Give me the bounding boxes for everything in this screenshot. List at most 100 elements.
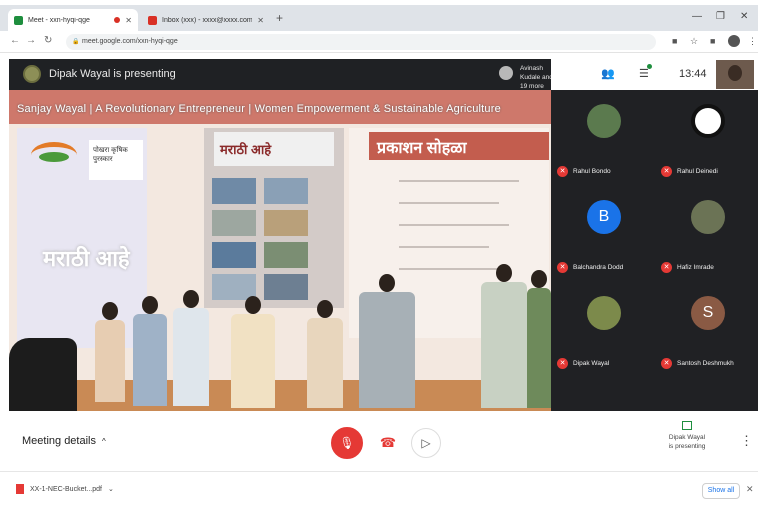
- award-card-text: पोखरा कृषिक पुरस्कार: [93, 147, 128, 163]
- lock-icon: 🔒: [72, 39, 80, 45]
- chat-icon[interactable]: ☰: [639, 67, 649, 80]
- close-window-icon[interactable]: ✕: [740, 11, 748, 22]
- meet-top-right: 👥 ☰ 13:44: [551, 59, 758, 90]
- close-shelf-icon[interactable]: ✕: [746, 484, 754, 495]
- self-view-video[interactable]: [716, 60, 754, 89]
- profile-avatar[interactable]: [728, 35, 740, 47]
- reload-icon[interactable]: ↻: [44, 35, 52, 46]
- screen: Meet - xxn-hyqi-qge ✕ Inbox (xxx) - xxxx…: [0, 0, 758, 509]
- stage-person: [133, 296, 167, 406]
- chevron-down-icon[interactable]: ⌄: [108, 485, 114, 493]
- participant-avatar: [587, 296, 621, 330]
- close-tab-icon[interactable]: ✕: [257, 16, 264, 25]
- participant-tile[interactable]: B ✕ Balchandra Dodd: [551, 186, 651, 281]
- leave-call-button[interactable]: ☎: [373, 428, 403, 458]
- extension-icon[interactable]: ■: [710, 36, 715, 46]
- forward-icon[interactable]: →: [26, 35, 36, 46]
- banner-text-line: [399, 180, 519, 182]
- stage-person: [231, 296, 275, 408]
- collage-header: मराठी आहे: [214, 132, 334, 166]
- participant-avatar: [691, 104, 725, 138]
- stage-person: [527, 270, 551, 408]
- download-item[interactable]: XX-1-NEC-Bucket...pdf ⌄: [16, 484, 114, 494]
- leaf-icon: [39, 152, 69, 162]
- chevron-up-icon: ^: [102, 436, 106, 446]
- tab-title: Inbox (xxx) - xxxx@xxxx.com: [162, 16, 253, 24]
- presenting-status[interactable]: Dipak Wayal is presenting: [652, 421, 722, 451]
- banner-text-line: [399, 202, 499, 204]
- mic-off-icon: ✕: [661, 358, 672, 369]
- tab-inbox[interactable]: Inbox (xxx) - xxxx@xxxx.com ✕: [142, 9, 270, 31]
- participant-name: Santosh Deshmukh: [677, 360, 734, 367]
- stage-person: [95, 302, 125, 402]
- participant-name: Hafiz Imrade: [677, 264, 714, 271]
- mic-off-icon: 🎙: [339, 436, 355, 450]
- presenting-label: Dipak Wayal is presenting: [49, 68, 176, 80]
- marathi-heading: मराठी आहे: [43, 246, 130, 271]
- stage-person: [481, 264, 527, 408]
- meeting-controls-bar: Meeting details ^ 🎙 ☎ ▷ Dipak Wayal is p…: [0, 411, 758, 471]
- browser-toolbar: ← → ↻ 🔒 meet.google.com/xxn-hyqi-qge ■ ☆…: [0, 31, 758, 53]
- participant-tile[interactable]: ✕ Rahul Bondo: [551, 90, 651, 185]
- banner-text-line: [399, 246, 489, 248]
- present-screen-icon: [682, 421, 692, 430]
- meet-favicon-icon: [14, 15, 23, 25]
- others-avatar: [499, 66, 513, 80]
- collage-photo: [264, 242, 308, 268]
- photo-collage: मराठी आहे: [204, 128, 344, 308]
- recording-indicator-icon: [114, 17, 121, 23]
- participant-tile[interactable]: ✕ Hafiz Imrade: [655, 186, 755, 281]
- camera-permission-icon[interactable]: ■: [672, 36, 677, 46]
- participant-avatar: S: [691, 296, 725, 330]
- new-tab-icon[interactable]: +: [276, 11, 283, 25]
- mic-off-icon: ✕: [557, 262, 568, 273]
- collage-photo: [212, 242, 256, 268]
- mail-favicon-icon: [148, 15, 157, 25]
- award-card: पोखरा कृषिक पुरस्कार: [89, 140, 143, 180]
- video-camera-icon: ▷: [421, 436, 431, 450]
- camera-button[interactable]: ▷: [411, 428, 441, 458]
- collage-photo: [264, 178, 308, 204]
- meeting-details-label: Meeting details: [22, 435, 96, 447]
- stage-person: [307, 300, 343, 408]
- address-bar[interactable]: 🔒 meet.google.com/xxn-hyqi-qge: [66, 34, 656, 50]
- presenter-avatar: [23, 65, 41, 83]
- meeting-details-button[interactable]: Meeting details ^: [22, 435, 106, 447]
- download-shelf: XX-1-NEC-Bucket...pdf ⌄ Show all ✕: [0, 471, 758, 509]
- meeting-clock: 13:44: [679, 68, 707, 80]
- stage-person: [173, 290, 209, 406]
- meet-top-bar: Dipak Wayal is presenting Avinash Kudale…: [9, 59, 553, 90]
- event-banner-title: प्रकाशन सोहळा: [369, 132, 549, 160]
- people-icon[interactable]: 👥: [601, 67, 615, 80]
- participant-tile[interactable]: ✕ Dipak Wayal: [551, 282, 651, 377]
- participant-tile[interactable]: S ✕ Santosh Deshmukh: [655, 282, 755, 377]
- url-text: meet.google.com/xxn-hyqi-qge: [82, 38, 178, 45]
- microphone-off-button[interactable]: 🎙: [331, 427, 363, 459]
- minimize-icon[interactable]: —: [692, 11, 702, 22]
- more-options-icon[interactable]: ⋮: [740, 433, 753, 449]
- mic-off-icon: ✕: [557, 358, 568, 369]
- self-view-head: [728, 65, 742, 81]
- menu-icon[interactable]: ⋮: [748, 36, 757, 47]
- maximize-icon[interactable]: ❐: [716, 11, 725, 22]
- participant-tile[interactable]: ✕ Rahul Deinedi: [655, 90, 755, 185]
- presenting-sub: is presenting: [668, 443, 706, 450]
- tab-meet[interactable]: Meet - xxn-hyqi-qge ✕: [8, 9, 138, 31]
- back-icon[interactable]: ←: [10, 35, 20, 46]
- left-backdrop-panel: पोखरा कृषिक पुरस्कार मराठी आहे: [17, 128, 147, 348]
- browser-tab-bar: Meet - xxn-hyqi-qge ✕ Inbox (xxx) - xxxx…: [0, 5, 758, 31]
- presentation-title: Sanjay Wayal | A Revolutionary Entrepren…: [17, 103, 501, 115]
- participant-avatar: [587, 104, 621, 138]
- banner-text-line: [399, 224, 509, 226]
- collage-photo: [212, 178, 256, 204]
- participant-name: Balchandra Dodd: [573, 264, 624, 271]
- download-filename: XX-1-NEC-Bucket...pdf: [30, 485, 102, 493]
- star-icon[interactable]: ☆: [690, 36, 698, 47]
- mic-off-icon: ✕: [661, 166, 672, 177]
- show-all-button[interactable]: Show all: [702, 483, 740, 499]
- presenting-name: Dipak Wayal: [668, 434, 706, 441]
- participant-name: Rahul Bondo: [573, 168, 611, 175]
- mic-off-icon: ✕: [661, 262, 672, 273]
- close-tab-icon[interactable]: ✕: [125, 16, 132, 25]
- participant-avatar: [691, 200, 725, 234]
